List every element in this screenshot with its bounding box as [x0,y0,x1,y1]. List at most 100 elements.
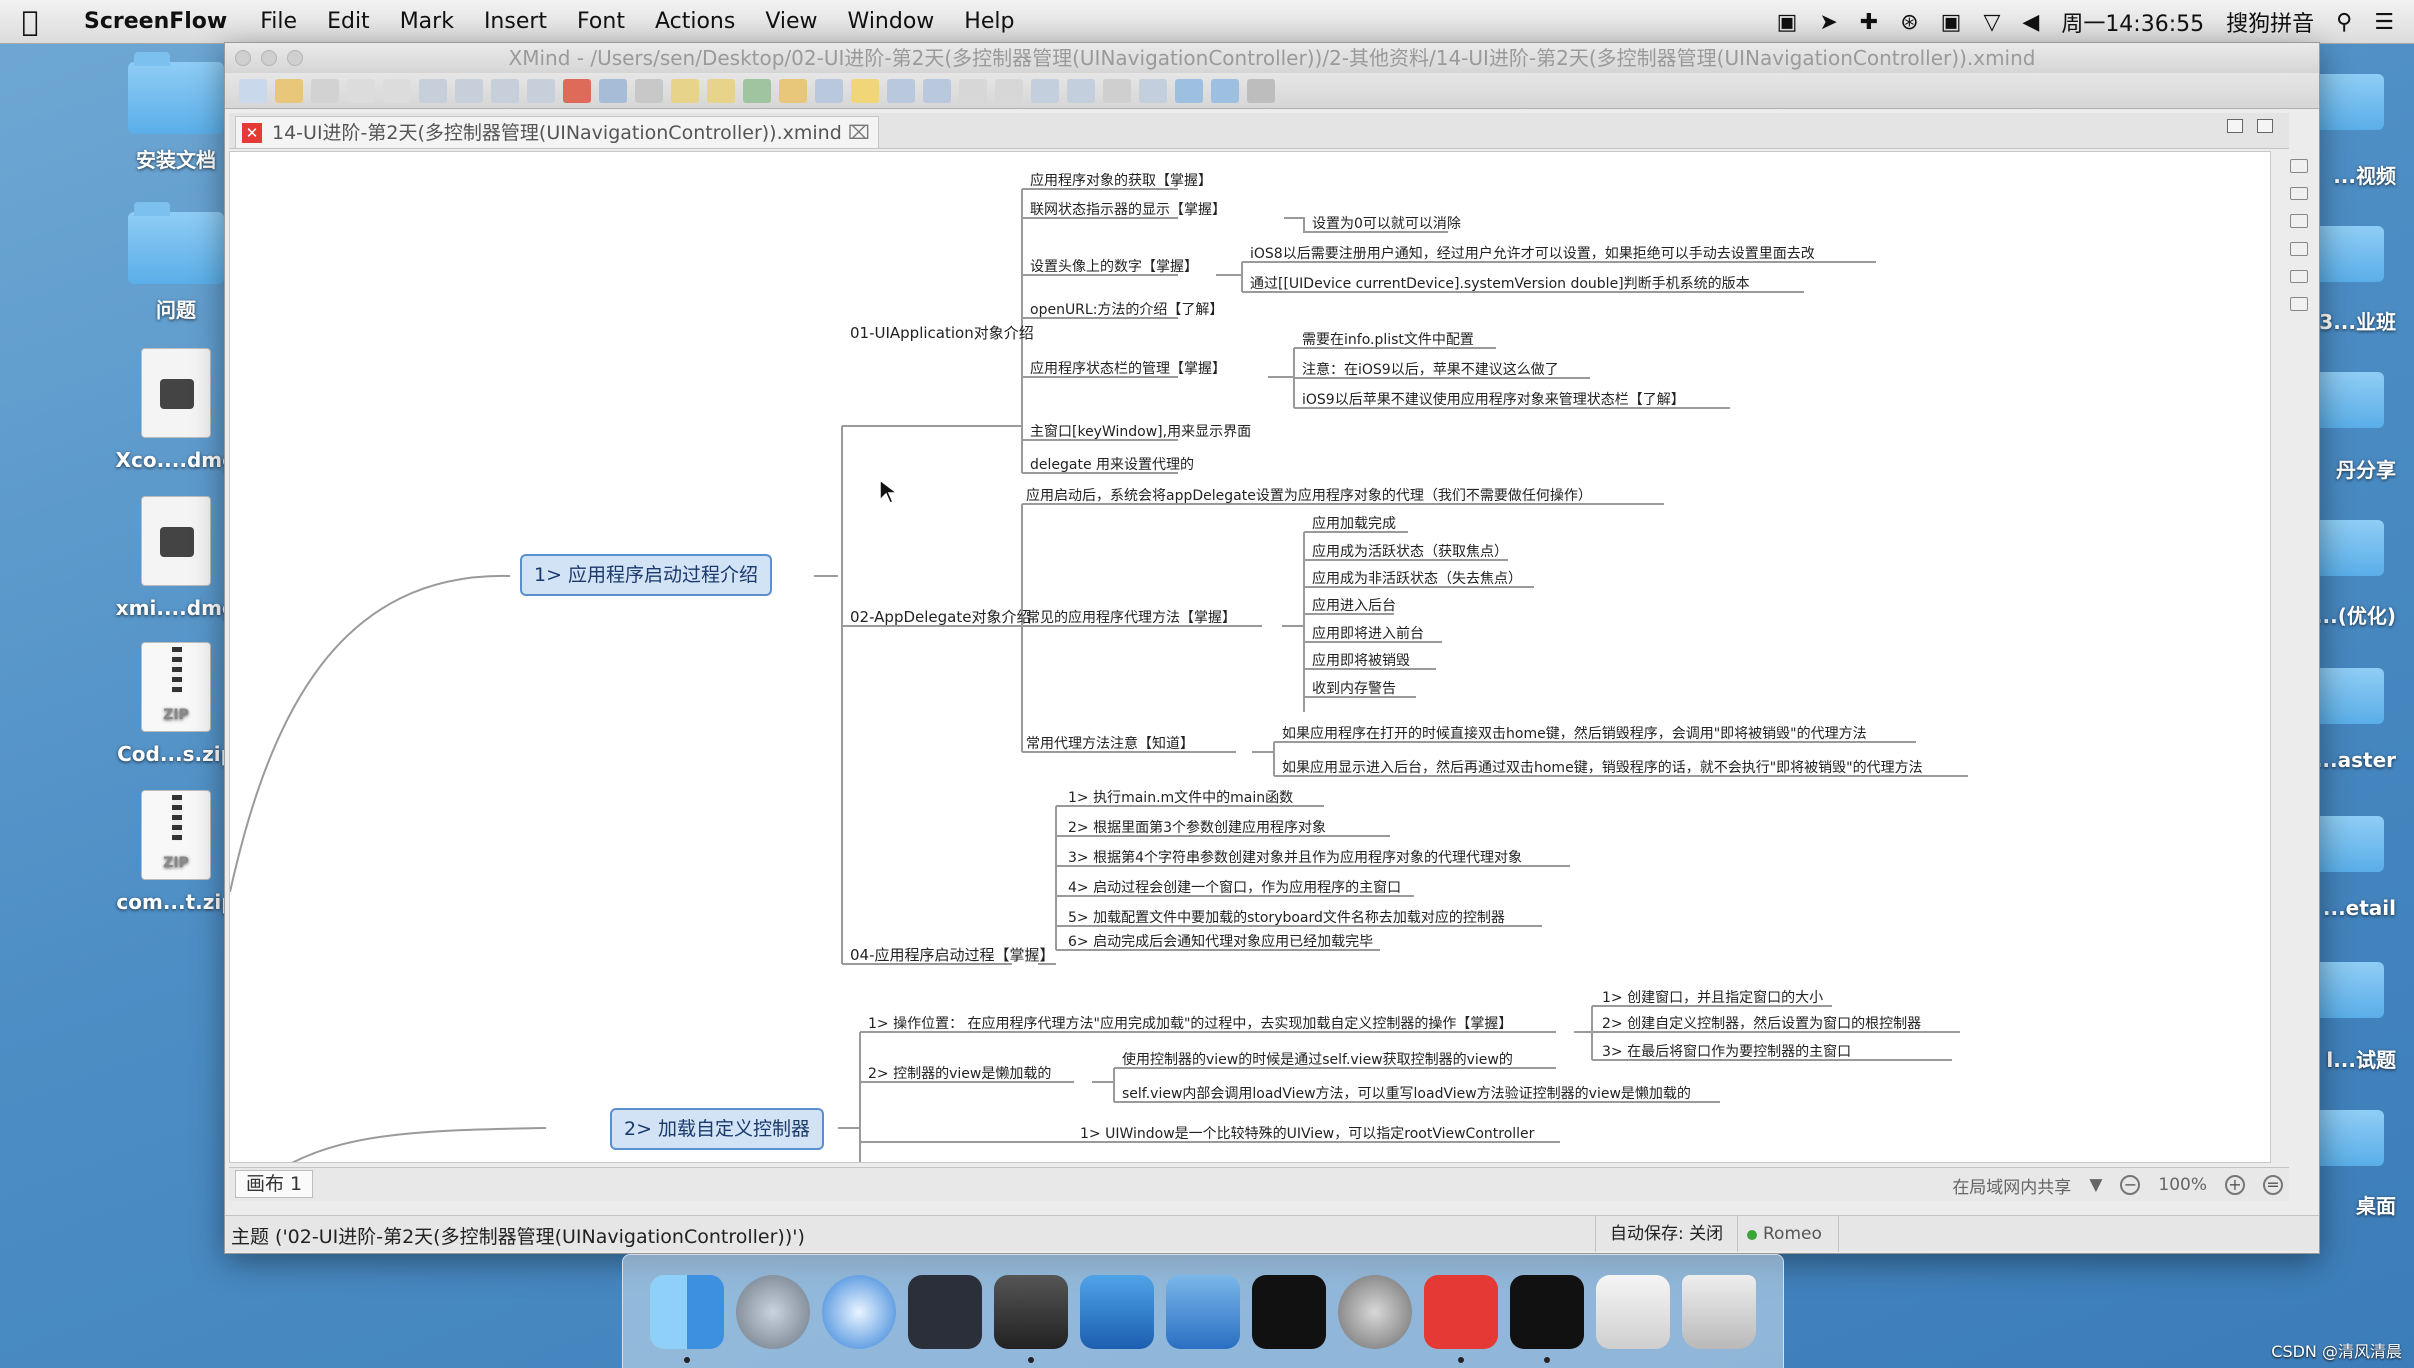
mindmap-node[interactable]: 使用控制器的view的时候是通过self.view获取控制器的view的 [1122,1051,1513,1071]
mindmap-node[interactable]: 注意：在iOS9以后，苹果不建议这么做了 [1302,361,1559,381]
save-icon[interactable] [311,78,339,103]
mindmap-node[interactable]: 2> 控制器的view是懒加载的 [868,1065,1051,1085]
menu-help[interactable]: Help [949,9,1029,34]
topic-node-2[interactable]: 2> 加载自定义控制器 [610,1108,825,1150]
clock-icon[interactable] [1103,78,1131,103]
mindmap-node[interactable]: 应用启动后，系统会将appDelegate设置为应用程序对象的代理（我们不需要做… [1026,487,1592,507]
label-icon[interactable] [707,78,735,103]
mindmap-node[interactable]: 应用即将进入前台 [1312,625,1424,645]
search-panel-icon[interactable] [2290,297,2308,312]
menu-app-name[interactable]: ScreenFlow [60,9,245,34]
folder-icon[interactable] [2314,668,2384,724]
menu-font[interactable]: Font [562,9,640,34]
mindmap-node[interactable]: 设置为0可以就可以消除 [1312,215,1461,235]
open-icon[interactable] [275,78,303,103]
new-icon[interactable] [239,78,267,103]
branch-launch-process[interactable]: 04-应用程序启动过程【掌握】 [850,946,1055,966]
mindmap-node[interactable]: 设置头像上的数字【掌握】 [1030,258,1198,278]
drill-up-icon[interactable] [995,78,1023,103]
bulb-icon[interactable] [851,78,879,103]
volume-icon[interactable]: ◀ [2022,10,2039,35]
folder-icon[interactable] [2314,1110,2384,1166]
lock-icon[interactable]: ▣ [1941,10,1962,35]
mindmap-node[interactable]: 1> 操作位置： 在应用程序代理方法"应用完成加载"的过程中，去实现加载自定义控… [868,1015,1512,1035]
callout-icon[interactable] [491,78,519,103]
mindmap-canvas[interactable]: 1> 应用程序启动过程介绍 2> 加载自定义控制器 01-UIApplicati… [229,151,2271,1163]
menu-actions[interactable]: Actions [640,9,750,34]
window-titlebar[interactable]: XMind - /Users/sen/Desktop/02-UI进阶-第2天(多… [225,43,2319,73]
preview-icon[interactable] [1596,1274,1670,1349]
mindmap-node[interactable]: 联网状态指示器的显示【掌握】 [1030,201,1226,221]
structure-icon[interactable] [923,78,951,103]
outline-icon[interactable] [1031,78,1059,103]
zoom-window-button[interactable] [287,50,303,66]
mindmap-node[interactable]: 需要在info.plist文件中配置 [1302,331,1474,351]
share-icon[interactable] [1175,78,1203,103]
image-icon[interactable] [599,78,627,103]
properties-panel-icon[interactable] [2290,214,2308,229]
mindmap-node[interactable]: 1> 创建窗口，并且指定窗口的大小 [1602,989,1823,1009]
mindmap-node[interactable]: 2> 创建自定义控制器，然后设置为窗口的根控制器 [1602,1015,1921,1035]
mindmap-node[interactable]: delegate 用来设置代理的 [1030,456,1194,476]
mouse-app-icon[interactable] [908,1274,982,1349]
undo-icon[interactable] [347,78,375,103]
mindmap-node[interactable]: 常见的应用程序代理方法【掌握】 [1026,609,1236,629]
mindmap-node[interactable]: 应用程序状态栏的管理【掌握】 [1030,360,1226,380]
folder-icon[interactable] [2314,226,2384,282]
filter-icon[interactable]: ▼ [2089,1175,2102,1195]
bluetooth-icon[interactable]: ⊛ [1900,10,1918,35]
folder-icon[interactable] [2314,74,2384,130]
globe-icon[interactable] [743,78,771,103]
zoom-out-icon[interactable]: − [2120,1175,2141,1195]
menu-insert[interactable]: Insert [469,9,562,34]
mindmap-node[interactable]: iOS8以后需要注册用户通知，经过用户允许才可以设置，如果拒绝可以手动去设置里面… [1250,245,1815,265]
styles-panel-icon[interactable] [2290,269,2308,284]
location-icon[interactable]: ➤ [1819,10,1837,35]
presentation-icon[interactable] [779,78,807,103]
zoom-in-icon[interactable]: + [2225,1175,2245,1195]
mindmap-node[interactable]: 如果应用显示进入后台，然后再通过双击home键，销毁程序的话，就不会执行"即将被… [1282,759,1923,779]
mindmap-node[interactable]: 应用即将被销毁 [1312,652,1410,672]
mindmap-node[interactable]: 如果应用程序在打开的时候直接双击home键，然后销毁程序，会调用"即将被销毁"的… [1282,725,1867,745]
airplane-icon[interactable]: ✚ [1860,10,1878,35]
folder-icon[interactable] [2314,372,2384,428]
folder-icon[interactable] [2314,520,2384,576]
mindmap-node[interactable]: 应用成为非活跃状态（失去焦点） [1312,570,1522,590]
summary-icon[interactable] [887,78,915,103]
finder-icon[interactable] [650,1274,724,1363]
instruments-icon[interactable] [1166,1274,1240,1349]
mindmap-node[interactable]: 6> 启动完成后会通知代理对象应用已经加载完毕 [1068,933,1373,953]
branch-appdelegate[interactable]: 02-AppDelegate对象介绍 [850,608,1031,628]
input-method[interactable]: 搜狗拼音 [2226,6,2314,38]
topic-icon[interactable] [419,78,447,103]
subtopic-icon[interactable] [455,78,483,103]
screen-record-icon[interactable]: ▣ [1777,10,1798,35]
mindmap-node[interactable]: 5> 加载配置文件中要加载的storyboard文件名称去加载对应的控制器 [1068,909,1505,929]
mindmap-node[interactable]: 通过[[UIDevice currentDevice].systemVersio… [1250,275,1750,295]
mindmap-node[interactable]: 1> 执行main.m文件中的main函数 [1068,789,1293,809]
relationship-icon[interactable] [527,78,555,103]
wifi-icon[interactable]: ▽ [1983,10,2000,35]
terminal-icon[interactable] [1252,1274,1326,1349]
mindmap-node[interactable]: 收到内存警告 [1312,680,1396,700]
menu-window[interactable]: Window [833,9,950,34]
minimize-editor-button[interactable] [2227,119,2243,133]
boundary-icon[interactable] [815,78,843,103]
close-tab-icon[interactable]: ⌧ [848,117,870,149]
menu-view[interactable]: View [750,9,832,34]
mindmap-node[interactable]: iOS9以后苹果不建议使用应用程序对象来管理状态栏【了解】 [1302,391,1685,411]
outline-panel-icon[interactable] [2290,186,2308,201]
markers-panel-icon[interactable] [2290,242,2308,256]
mindmap-node[interactable]: 应用成为活跃状态（获取焦点） [1312,543,1508,563]
sheet-tab[interactable]: 画布 1 [235,1170,314,1198]
gear-icon[interactable] [1247,78,1275,103]
mindmap-node[interactable]: 常用代理方法注意【知道】 [1026,735,1194,755]
user-status[interactable]: Romeo [1737,1216,1839,1252]
drill-down-icon[interactable] [959,78,987,103]
overview-icon[interactable] [1067,78,1095,103]
folder-icon[interactable] [2314,816,2384,872]
hyperlink-icon[interactable] [635,78,663,103]
mindmap-node[interactable]: 主窗口[keyWindow],用来显示界面 [1030,423,1251,443]
maximize-editor-button[interactable] [2257,119,2273,133]
zoom-fit-icon[interactable]: = [2263,1175,2283,1195]
